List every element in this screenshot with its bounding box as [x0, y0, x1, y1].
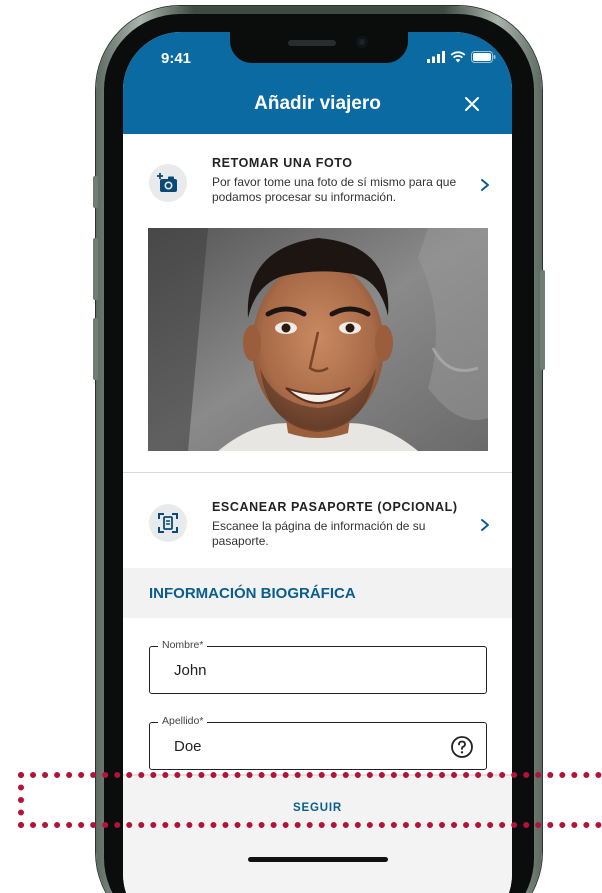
ringer-switch [93, 176, 98, 208]
last-name-value[interactable]: Doe [174, 738, 202, 755]
first-name-value[interactable]: John [174, 662, 207, 679]
phone-notch [230, 30, 408, 63]
power-button [540, 270, 545, 370]
last-name-label: Apellido* [158, 715, 208, 727]
wifi-icon [450, 51, 466, 63]
camera-retake-icon [149, 164, 187, 202]
scan-passport-title: ESCANEAR PASAPORTE (OPCIONAL) [212, 500, 458, 514]
first-name-field[interactable]: Nombre* John [149, 639, 487, 694]
status-icons [427, 51, 496, 63]
help-icon[interactable] [450, 735, 474, 759]
front-camera [356, 36, 368, 48]
bottom-bar-border [123, 774, 512, 776]
chevron-right-icon [481, 519, 489, 531]
scan-passport-row[interactable]: ESCANEAR PASAPORTE (OPCIONAL) Escanee la… [123, 488, 512, 558]
battery-icon [471, 51, 496, 63]
home-indicator [248, 857, 388, 862]
passport-scan-icon [149, 504, 187, 542]
section-divider [123, 472, 512, 473]
retake-photo-description: Por favor tome una foto de sí mismo para… [212, 175, 457, 204]
signal-icon [427, 51, 445, 63]
page-title: Añadir viajero [254, 93, 381, 114]
traveler-photo [148, 228, 488, 451]
phone-screen: 9:41 Añadir viajero RETOMAR UNA FOTO Por… [123, 32, 512, 893]
first-name-label: Nombre* [158, 639, 208, 651]
app-header: Añadir viajero [123, 76, 512, 134]
chevron-right-icon [481, 179, 489, 191]
section-header: INFORMACIÓN BIOGRÁFICA [123, 568, 512, 618]
section-title: INFORMACIÓN BIOGRÁFICA [149, 585, 356, 602]
close-icon [465, 97, 479, 111]
status-time: 9:41 [161, 50, 192, 67]
speaker-grille [288, 40, 336, 46]
close-button[interactable] [458, 90, 486, 118]
scan-passport-description: Escanee la página de información de su p… [212, 519, 426, 548]
volume-down-button [93, 318, 98, 380]
retake-photo-title: RETOMAR UNA FOTO [212, 156, 353, 170]
continue-button[interactable]: SEGUIR [123, 790, 512, 826]
volume-up-button [93, 238, 98, 300]
retake-photo-row[interactable]: RETOMAR UNA FOTO Por favor tome una foto… [123, 150, 512, 220]
stage: 9:41 Añadir viajero RETOMAR UNA FOTO Por… [0, 0, 602, 893]
last-name-field[interactable]: Apellido* Doe [149, 715, 487, 770]
